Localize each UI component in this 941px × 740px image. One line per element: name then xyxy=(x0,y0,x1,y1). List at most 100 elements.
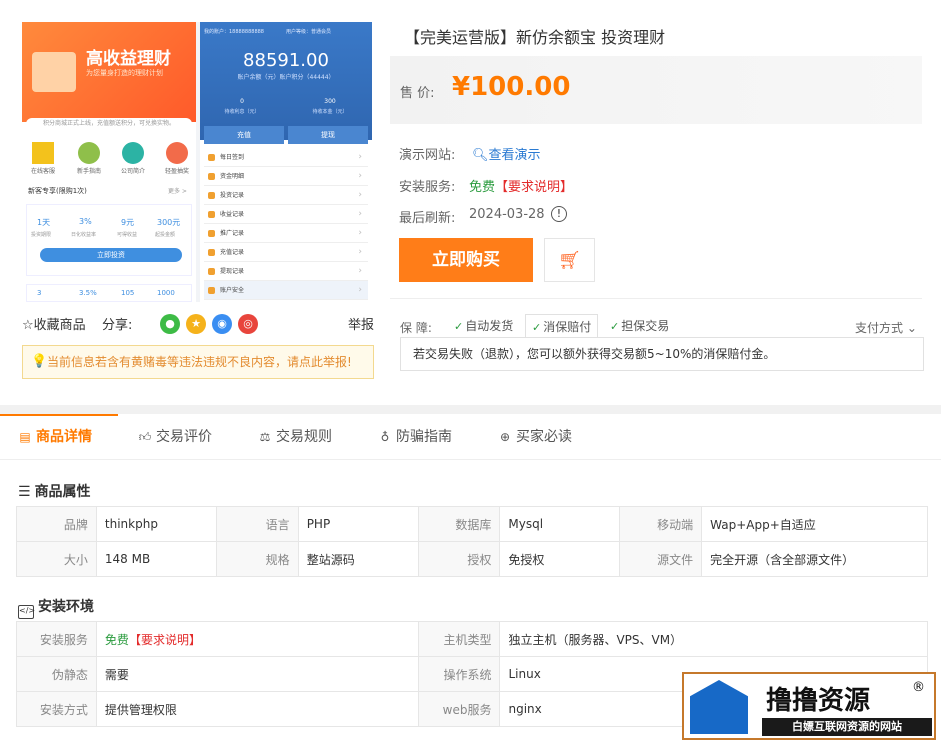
divider xyxy=(390,298,922,299)
qq-icon[interactable]: ◉ xyxy=(212,314,232,334)
buy-now-button[interactable]: 立即购买 xyxy=(399,238,533,282)
info-icon[interactable]: ! xyxy=(551,206,567,222)
env-value: 需要 xyxy=(95,656,419,692)
preview-menu-item: 充值记录 xyxy=(204,243,368,262)
content-warning-banner[interactable]: 💡 当前信息若含有黄赌毒等违法违规不良内容，请点此举报! xyxy=(22,345,374,379)
detail-tab-bar: ▤ 商品详情 👍︎ 交易评价 ⚖︎ 交易规则 ♁ 防骗指南 ⊕ 买家必读 xyxy=(0,414,941,460)
preview-menu-item: 账户安全 xyxy=(204,281,368,300)
install-free: 免费 xyxy=(469,180,496,195)
install-requirement-link[interactable]: 【要求说明】 xyxy=(495,176,573,195)
attr-key: 大小 xyxy=(16,541,97,577)
env-value: 独立主机（服务器、VPS、VM） xyxy=(499,621,928,657)
env-key: 主机类型 xyxy=(417,621,501,657)
attributes-table: 品牌 thinkphp 语言 PHP 数据库 Mysql 移动端 Wap+App… xyxy=(16,506,928,577)
attr-value: thinkphp xyxy=(95,506,217,542)
preview-bottom-stat: 105 xyxy=(121,289,135,297)
preview-menu-item: 投资记录 xyxy=(204,186,368,205)
tab-buyer-notice[interactable]: ⊕ 买家必读 xyxy=(498,414,572,460)
product-preview-image[interactable]: 高收益理财 为您量身打造的理财计划 积分商城正式上线，充值额送积分，可兑换实物。… xyxy=(22,22,372,302)
tab-trade-rules[interactable]: ⚖︎ 交易规则 xyxy=(258,414,332,460)
guarantee-description: 若交易失败（退款），您可以额外获得交易额5~10%的消保赔付金。 xyxy=(400,337,924,371)
demo-label: 演示网站: xyxy=(399,148,456,163)
preview-banner-sub: 为您量身打造的理财计划 xyxy=(86,69,163,77)
env-key: web服务 xyxy=(417,691,501,727)
attr-key: 规格 xyxy=(215,541,299,577)
preview-account-level: 用户等级：普通会员 xyxy=(286,29,332,35)
preview-news-more: 更多 > xyxy=(168,188,187,195)
attr-value: Mysql xyxy=(499,506,621,542)
preview-left-phone: 高收益理财 为您量身打造的理财计划 积分商城正式上线，充值额送积分，可兑换实物。… xyxy=(22,22,196,302)
env-value: 免费【要求说明】 xyxy=(95,621,419,657)
attr-value: PHP xyxy=(297,506,419,542)
preview-notice: 积分商城正式上线，充值额送积分，可兑换实物。 xyxy=(26,118,192,130)
preview-bottom-stat: 3.5% xyxy=(79,289,97,297)
env-key: 操作系统 xyxy=(417,656,501,692)
add-to-cart-button[interactable]: 🛒︎ xyxy=(544,238,595,282)
tab-product-details[interactable]: ▤ 商品详情 xyxy=(18,414,92,460)
table-row: 安装服务 免费【要求说明】 主机类型 独立主机（服务器、VPS、VM） xyxy=(16,621,928,657)
preview-menu-item: 收益记录 xyxy=(204,205,368,224)
refresh-date: 2024-03-28 xyxy=(469,207,545,222)
payment-method-dropdown[interactable]: 支付方式 ⌄ xyxy=(855,319,917,336)
preview-stat-label: 日化收益率 xyxy=(71,232,97,238)
wechat-icon[interactable]: ● xyxy=(160,314,180,334)
install-label: 安装服务: xyxy=(399,180,456,195)
preview-right-phone: 我的账户：18888888888 用户等级：普通会员 88591.00 账户余额… xyxy=(200,22,372,302)
preview-menu-item: 提现记录 xyxy=(204,262,368,281)
attr-value: 148 MB xyxy=(95,541,217,577)
env-key: 安装服务 xyxy=(16,621,97,657)
preview-stat-a-label: 待收利息（元） xyxy=(224,109,260,115)
attr-value: 整站源码 xyxy=(297,541,419,577)
building-illustration-icon xyxy=(32,52,76,92)
online-service-icon xyxy=(32,142,54,164)
price-box: 售 价: ¥100.00 xyxy=(390,56,922,124)
preview-withdraw-button: 提现 xyxy=(288,126,368,144)
attr-key: 品牌 xyxy=(16,506,97,542)
preview-stat-label: 可得收益 xyxy=(117,232,138,238)
guarantee-compensation[interactable]: ✓ 消保赔付 xyxy=(525,314,599,338)
preview-banner: 高收益理财 为您量身打造的理财计划 xyxy=(22,22,196,122)
preview-menu-item: 每日签到 xyxy=(204,148,368,167)
environment-section-title: </> 安装环境 xyxy=(18,596,94,619)
attr-key: 授权 xyxy=(417,541,501,577)
preview-icon-label: 公司简介 xyxy=(120,168,145,175)
watermark-title: 撸撸资源 xyxy=(766,686,871,716)
watermark-subtitle: 白嫖互联网资源的网站 xyxy=(762,718,932,736)
attr-key: 源文件 xyxy=(619,541,703,577)
preview-recharge-button: 充值 xyxy=(204,126,284,144)
preview-stat: 9元 xyxy=(121,218,135,227)
table-row: 大小 148 MB 规格 整站源码 授权 免授权 源文件 完全开源（含全部源文件… xyxy=(16,541,928,577)
chevron-down-icon: ⌄ xyxy=(906,321,917,335)
preview-amount-sub: 账户余额（元）账户积分（44444） xyxy=(237,74,335,81)
install-requirement-link[interactable]: 【要求说明】 xyxy=(129,633,201,647)
env-key: 伪静态 xyxy=(16,656,97,692)
guarantee-escrow[interactable]: ✓ 担保交易 xyxy=(604,314,675,338)
code-icon: </> xyxy=(18,605,35,619)
preview-next-card: 3 3.5% 105 1000 xyxy=(26,284,192,302)
qzone-icon[interactable]: ★ xyxy=(186,314,206,334)
tab-anti-fraud[interactable]: ♁ 防骗指南 xyxy=(378,414,452,460)
preview-invest-button: 立即投资 xyxy=(40,248,182,262)
thumbs-up-icon: 👍︎ xyxy=(138,430,152,444)
demo-link[interactable]: 🔍︎查看演示 xyxy=(472,144,541,163)
favorite-button[interactable]: ☆收藏商品 xyxy=(22,314,86,333)
check-circle-icon: ✓ xyxy=(454,320,464,333)
guarantee-auto-delivery[interactable]: ✓ 自动发货 xyxy=(448,314,519,338)
target-icon: ⊕ xyxy=(499,430,511,444)
preview-icon-label: 在线客服 xyxy=(30,168,55,175)
search-icon: 🔍︎ xyxy=(472,148,489,163)
lightbulb-icon: 💡 xyxy=(31,354,48,369)
preview-icon-label: 轻盈抽奖 xyxy=(164,168,189,175)
report-link[interactable]: 举报 xyxy=(348,314,374,333)
env-value: 提供管理权限 xyxy=(95,691,419,727)
attr-value: Wap+App+自适应 xyxy=(701,506,928,542)
preview-stat-b: 300 xyxy=(324,98,336,105)
tab-reviews[interactable]: 👍︎ 交易评价 xyxy=(138,414,212,460)
attr-value: 免授权 xyxy=(499,541,621,577)
preview-news-title: 新客专享(限购1次) xyxy=(28,187,87,195)
price-label: 售 价: xyxy=(400,86,435,101)
preview-stat: 3% xyxy=(79,217,92,226)
share-label: 分享: xyxy=(102,318,133,333)
guarantee-label: 保 障: xyxy=(400,321,432,335)
weibo-icon[interactable]: ◎ xyxy=(238,314,258,334)
